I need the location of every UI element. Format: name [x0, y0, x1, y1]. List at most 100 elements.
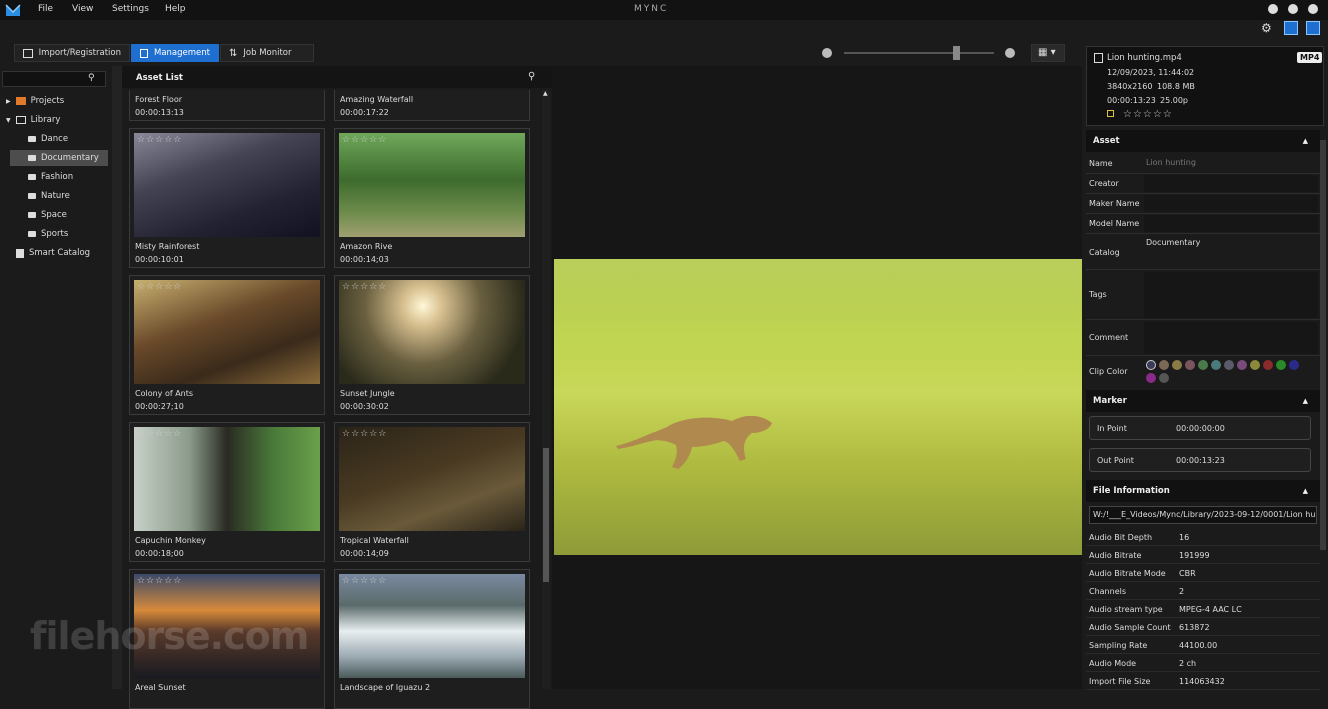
asset-scrollbar-thumb[interactable] [543, 448, 549, 582]
menu-file[interactable]: File [38, 4, 53, 14]
video-frame[interactable] [554, 259, 1082, 555]
asset-search-icon[interactable]: ⚲ [528, 71, 535, 82]
clip-color-swatch[interactable] [1159, 360, 1169, 370]
tree-label: Nature [41, 191, 70, 201]
asset-card[interactable]: ☆☆☆☆☆ Tropical Waterfall 00:00:14;09 [334, 422, 530, 562]
clip-color-swatch[interactable] [1146, 360, 1156, 370]
creator-field[interactable] [1144, 175, 1318, 192]
lock-icon[interactable] [1107, 110, 1114, 117]
catalog-field[interactable]: Documentary [1146, 238, 1200, 247]
rating-stars[interactable]: ☆☆☆☆☆ [137, 429, 182, 439]
tree-item-nature[interactable]: Nature [28, 188, 70, 204]
management-icon [140, 48, 148, 58]
file-info-value: 2 ch [1179, 659, 1197, 668]
clip-color-swatch[interactable] [1263, 360, 1273, 370]
clip-color-swatch[interactable] [1146, 373, 1156, 383]
file-path-field[interactable]: W:/!___E_Videos/Mync/Library/2023-09-12/… [1089, 506, 1317, 524]
tree-item-smart-catalog[interactable]: Smart Catalog [16, 245, 90, 261]
close-icon[interactable] [1308, 4, 1318, 14]
in-point-value[interactable]: 00:00:00:00 [1176, 424, 1225, 433]
tree-item-projects[interactable]: ▶ Projects [6, 93, 64, 109]
clip-color-swatch[interactable] [1237, 360, 1247, 370]
tree-item-fashion[interactable]: Fashion [28, 169, 73, 185]
asset-card[interactable]: ☆☆☆☆☆ Misty Rainforest 00:00:10:01 [129, 128, 325, 268]
out-point-row[interactable]: Out Point 00:00:13:23 [1089, 448, 1311, 472]
asset-card[interactable]: ☆☆☆☆☆ Colony of Ants 00:00:27;10 [129, 275, 325, 415]
tab-import-registration[interactable]: Import/Registration [14, 44, 130, 62]
asset-card[interactable]: ☆☆☆☆☆ Amazon Rive 00:00:14;03 [334, 128, 530, 268]
clip-color-swatch[interactable] [1276, 360, 1286, 370]
view-mode-dropdown[interactable]: ▦ ▾ [1031, 44, 1065, 62]
zoom-out-icon[interactable] [822, 48, 832, 58]
clip-color-swatch[interactable] [1172, 360, 1182, 370]
out-point-value[interactable]: 00:00:13:23 [1176, 456, 1225, 465]
clip-color-swatch[interactable] [1289, 360, 1299, 370]
clip-color-swatch[interactable] [1224, 360, 1234, 370]
in-point-row[interactable]: In Point 00:00:00:00 [1089, 416, 1311, 440]
tree-item-dance[interactable]: Dance [28, 131, 108, 147]
rating-stars[interactable]: ☆☆☆☆☆ [137, 576, 182, 586]
maker-field[interactable] [1144, 195, 1318, 212]
file-info-section-header[interactable]: File Information ▲ [1086, 480, 1320, 502]
zoom-in-icon[interactable] [1005, 48, 1015, 58]
collapse-icon[interactable]: ▲ [1303, 487, 1308, 495]
minimize-icon[interactable] [1268, 4, 1278, 14]
file-info-row: Audio Sample Count 613872 [1086, 618, 1320, 636]
file-info-label: Sampling Rate [1089, 641, 1148, 650]
rating-stars[interactable]: ☆☆☆☆☆ [342, 429, 387, 439]
clip-color-swatch[interactable] [1198, 360, 1208, 370]
tab-management[interactable]: Management [131, 44, 219, 62]
collapse-arrow-icon[interactable]: ▼ [6, 117, 11, 124]
rating-stars[interactable]: ☆☆☆☆☆ [137, 282, 182, 292]
scroll-up-icon[interactable]: ▲ [543, 90, 548, 97]
gear-icon[interactable]: ⚙ [1261, 21, 1272, 35]
clip-color-swatch[interactable] [1211, 360, 1221, 370]
marker-section-header[interactable]: Marker ▲ [1086, 390, 1320, 412]
menu-help[interactable]: Help [165, 4, 186, 14]
expand-arrow-icon[interactable]: ▶ [6, 98, 11, 105]
asset-card[interactable]: ☆☆☆☆☆ Capuchin Monkey 00:00:18;00 [129, 422, 325, 562]
file-info-row: Sampling Rate 44100.00 [1086, 636, 1320, 654]
clip-color-swatch[interactable] [1250, 360, 1260, 370]
clip-color-swatch[interactable] [1159, 373, 1169, 383]
tab-label: Job Monitor [243, 48, 292, 58]
rating-stars[interactable]: ☆☆☆☆☆ [342, 135, 387, 145]
asset-section-header[interactable]: Asset ▲ [1086, 130, 1320, 152]
file-info-row: Audio stream type MPEG-4 AAC LC [1086, 600, 1320, 618]
clip-info-card: Lion hunting.mp4 MP4 12/09/2023, 11:44:0… [1086, 46, 1324, 126]
tree-item-documentary[interactable]: Documentary [10, 150, 108, 166]
asset-card-amazing-waterfall[interactable]: Amazing Waterfall 00:00:17:22 [334, 90, 530, 121]
asset-card[interactable]: ☆☆☆☆☆ Sunset Jungle 00:00:30:02 [334, 275, 530, 415]
comment-field[interactable] [1144, 322, 1318, 354]
model-field[interactable] [1144, 215, 1318, 232]
tree-item-space[interactable]: Space [28, 207, 67, 223]
inspector-scrollbar-thumb[interactable] [1320, 140, 1326, 550]
rating-stars[interactable]: ☆☆☆☆☆ [342, 282, 387, 292]
zoom-slider[interactable] [844, 52, 994, 54]
list-layout-icon[interactable] [1306, 21, 1320, 35]
tree-splitter[interactable] [112, 66, 122, 689]
tags-field[interactable] [1144, 272, 1318, 318]
tree-item-sports[interactable]: Sports [28, 226, 68, 242]
search-icon[interactable]: ⚲ [88, 73, 95, 83]
layout-icon[interactable] [1284, 21, 1298, 35]
clip-rating-stars[interactable]: ☆☆☆☆☆ [1123, 109, 1173, 120]
menu-settings[interactable]: Settings [112, 4, 149, 14]
menu-view[interactable]: View [72, 4, 93, 14]
tab-job-monitor[interactable]: ⇅ Job Monitor [220, 44, 314, 62]
tree-item-library[interactable]: ▼ Library [6, 112, 60, 128]
zoom-slider-handle[interactable] [953, 46, 960, 60]
rating-stars[interactable]: ☆☆☆☆☆ [342, 576, 387, 586]
name-field[interactable]: Lion hunting [1146, 158, 1196, 167]
video-preview[interactable] [552, 66, 1082, 689]
clip-color-swatch[interactable] [1185, 360, 1195, 370]
restore-icon[interactable] [1288, 4, 1298, 14]
asset-card[interactable]: ☆☆☆☆☆ Landscape of Iguazu 2 [334, 569, 530, 709]
smart-catalog-icon [16, 248, 24, 258]
rating-stars[interactable]: ☆☆☆☆☆ [137, 135, 182, 145]
collapse-icon[interactable]: ▲ [1303, 397, 1308, 405]
collapse-icon[interactable]: ▲ [1303, 137, 1308, 145]
asset-card-forest-floor[interactable]: Forest Floor 00:00:13:13 [129, 90, 325, 121]
asset-scrollbar[interactable] [542, 90, 550, 689]
tree-label: Projects [30, 96, 65, 106]
